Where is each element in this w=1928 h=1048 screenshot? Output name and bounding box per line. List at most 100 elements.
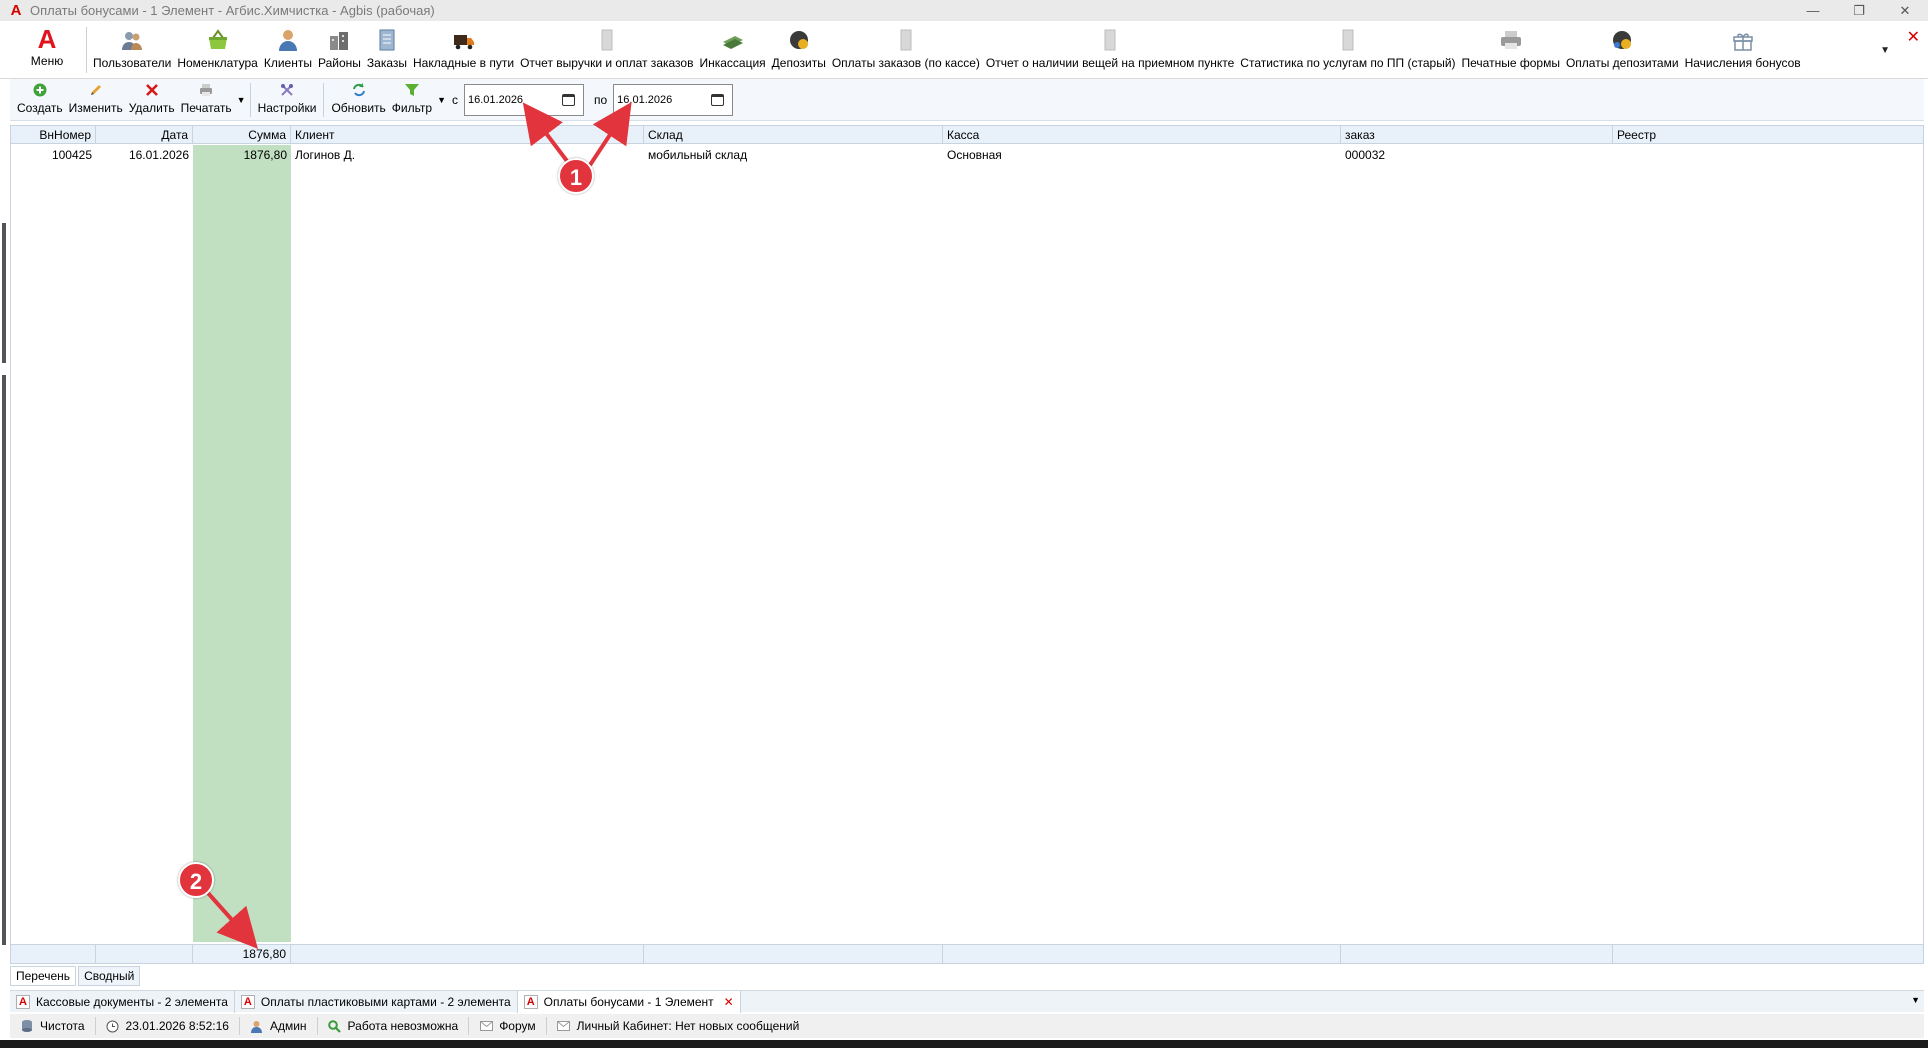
column-header-date[interactable]: Дата (96, 126, 193, 144)
total-cell (11, 945, 96, 964)
document-toolbar: Создать Изменить Удалить Печатать ▼ Наст… (10, 79, 1924, 121)
window-controls: — ❐ ✕ (1790, 0, 1928, 21)
cell-order: 000032 (1345, 148, 1386, 162)
menu-button[interactable]: A Меню (22, 25, 72, 75)
menu-item-districts[interactable]: Районы (315, 27, 364, 75)
print-label: Печатать (180, 101, 232, 115)
menu-item-label: Накладные в пути (413, 56, 515, 70)
menu-item-deposit-payments[interactable]: Оплаты депозитами (1563, 27, 1682, 75)
tab-bonus-payments[interactable]: A Оплаты бонусами - 1 Элемент ✕ (517, 991, 741, 1013)
print-button[interactable]: Печатать (178, 81, 235, 119)
toolbar-separator (249, 83, 251, 117)
menu-item-orders[interactable]: Заказы (364, 27, 410, 75)
printer-icon (1498, 27, 1524, 53)
from-date-value: 16.01.2026 (468, 94, 524, 106)
close-window-button[interactable]: ✕ (1882, 0, 1928, 21)
printer-icon (197, 81, 215, 99)
toolbar-separator (323, 83, 325, 117)
status-user-name: Админ (269, 1019, 307, 1033)
create-button[interactable]: Создать (14, 81, 66, 119)
refresh-icon (350, 81, 368, 99)
settings-button[interactable]: Настройки (255, 81, 320, 119)
column-header-client[interactable]: Клиент (291, 126, 644, 144)
to-date-input[interactable]: 16.01.2026 (613, 84, 734, 116)
status-cabinet-text: Личный Кабинет: Нет новых сообщений (576, 1019, 800, 1033)
delete-button[interactable]: Удалить (126, 81, 178, 119)
app-logo-icon: A (16, 995, 30, 1009)
to-label: по (594, 93, 608, 107)
doc-tab-label: Кассовые документы - 2 элемента (36, 995, 228, 1009)
create-label: Создать (17, 101, 63, 115)
settings-label: Настройки (257, 101, 317, 115)
from-date-input[interactable]: 16.01.2026 (464, 84, 584, 116)
tab-card-payments[interactable]: A Оплаты пластиковыми картами - 2 элемен… (235, 991, 518, 1013)
truck-icon (451, 27, 477, 53)
search-icon (328, 1019, 342, 1033)
menu-item-nomenclature[interactable]: Номенклатура (174, 27, 261, 75)
refresh-label: Обновить (331, 101, 386, 115)
tab-summary[interactable]: Сводный (78, 966, 141, 986)
from-label: с (452, 93, 458, 107)
menu-item-order-payments[interactable]: Оплаты заказов (по кассе) (829, 27, 983, 75)
menu-item-clients[interactable]: Клиенты (261, 27, 315, 75)
column-header-order[interactable]: заказ (1341, 126, 1613, 144)
status-database-name: Чистота (40, 1019, 85, 1033)
refresh-button[interactable]: Обновить (328, 81, 388, 119)
cell-registry (1613, 145, 1923, 165)
calendar-icon[interactable] (711, 94, 725, 106)
menu-item-items-report[interactable]: Отчет о наличии вещей на приемном пункте (983, 27, 1237, 75)
cell-sum: 1876,80 (243, 148, 287, 162)
grid-header: ВнНомер Дата Сумма Клиент Склад Касса за… (11, 126, 1923, 144)
close-tab-button[interactable]: ✕ (1907, 27, 1920, 47)
filter-button[interactable]: Фильтр (389, 81, 435, 119)
deposit-icon (1609, 27, 1635, 53)
calendar-icon[interactable] (562, 94, 575, 106)
scroll-thumb[interactable] (2, 223, 6, 363)
document-tabs: A Кассовые документы - 2 элемента A Опла… (10, 990, 1924, 1013)
menu-item-label: Пользователи (93, 56, 172, 70)
menu-overflow-button[interactable]: ▼ (1880, 45, 1890, 56)
filter-dropdown-button[interactable]: ▼ (437, 81, 446, 119)
table-row[interactable]: 100425 16.01.2026 1876,80 Логинов Д. моб… (11, 145, 1923, 165)
menu-item-bonus-accruals[interactable]: Начисления бонусов (1682, 27, 1804, 75)
annotation-badge-1: 1 (558, 158, 594, 194)
menu-item-label: Клиенты (263, 56, 312, 70)
menu-item-service-stats[interactable]: Статистика по услугам по ПП (старый) (1237, 27, 1458, 75)
app-logo-icon: A (523, 995, 538, 1009)
close-icon[interactable]: ✕ (724, 995, 734, 1009)
status-bar: Чистота 23.01.2026 8:52:16 Админ Работа … (10, 1014, 1924, 1038)
menu-item-collection[interactable]: Инкассация (696, 27, 768, 75)
total-cell (943, 945, 1341, 964)
orders-icon (374, 27, 400, 53)
menu-item-print-forms[interactable]: Печатные формы (1459, 27, 1563, 75)
menu-item-label: Депозиты (771, 56, 826, 70)
toolbar-buttons: Создать Изменить Удалить Печатать ▼ Наст… (14, 81, 446, 119)
menu-item-users[interactable]: Пользователи (90, 27, 174, 75)
tab-cash-documents[interactable]: A Кассовые документы - 2 элемента (10, 991, 235, 1013)
status-work[interactable]: Работа невозможна (318, 1017, 470, 1035)
tab-list[interactable]: Перечень (10, 966, 77, 986)
database-icon (20, 1019, 34, 1033)
menu-item-deposits[interactable]: Депозиты (769, 27, 829, 75)
report-icon (1097, 27, 1123, 53)
column-header-warehouse[interactable]: Склад (644, 126, 943, 144)
to-date-value: 16.01.2026 (617, 94, 673, 106)
menu-item-revenue-report[interactable]: Отчет выручки и оплат заказов (517, 27, 696, 75)
minimize-button[interactable]: — (1790, 0, 1836, 21)
edit-button[interactable]: Изменить (66, 81, 126, 119)
menu-item-label: Начисления бонусов (1684, 56, 1801, 70)
column-header-number[interactable]: ВнНомер (11, 126, 96, 144)
menu-item-waybills[interactable]: Накладные в пути (410, 27, 517, 75)
report-icon (1335, 27, 1361, 53)
column-header-sum[interactable]: Сумма (193, 126, 291, 144)
tabs-overflow-button[interactable]: ▼ (1911, 995, 1920, 1005)
print-dropdown-button[interactable]: ▼ (237, 81, 246, 119)
sum-column-highlight (193, 145, 291, 942)
column-header-registry[interactable]: Реестр (1613, 126, 1923, 144)
status-cabinet[interactable]: Личный Кабинет: Нет новых сообщений (547, 1017, 810, 1035)
scroll-thumb[interactable] (2, 375, 6, 945)
restore-button[interactable]: ❐ (1836, 0, 1882, 21)
status-forum[interactable]: Форум (469, 1017, 547, 1035)
column-header-cashbox[interactable]: Касса (943, 126, 1341, 144)
status-user: Админ (240, 1017, 318, 1035)
